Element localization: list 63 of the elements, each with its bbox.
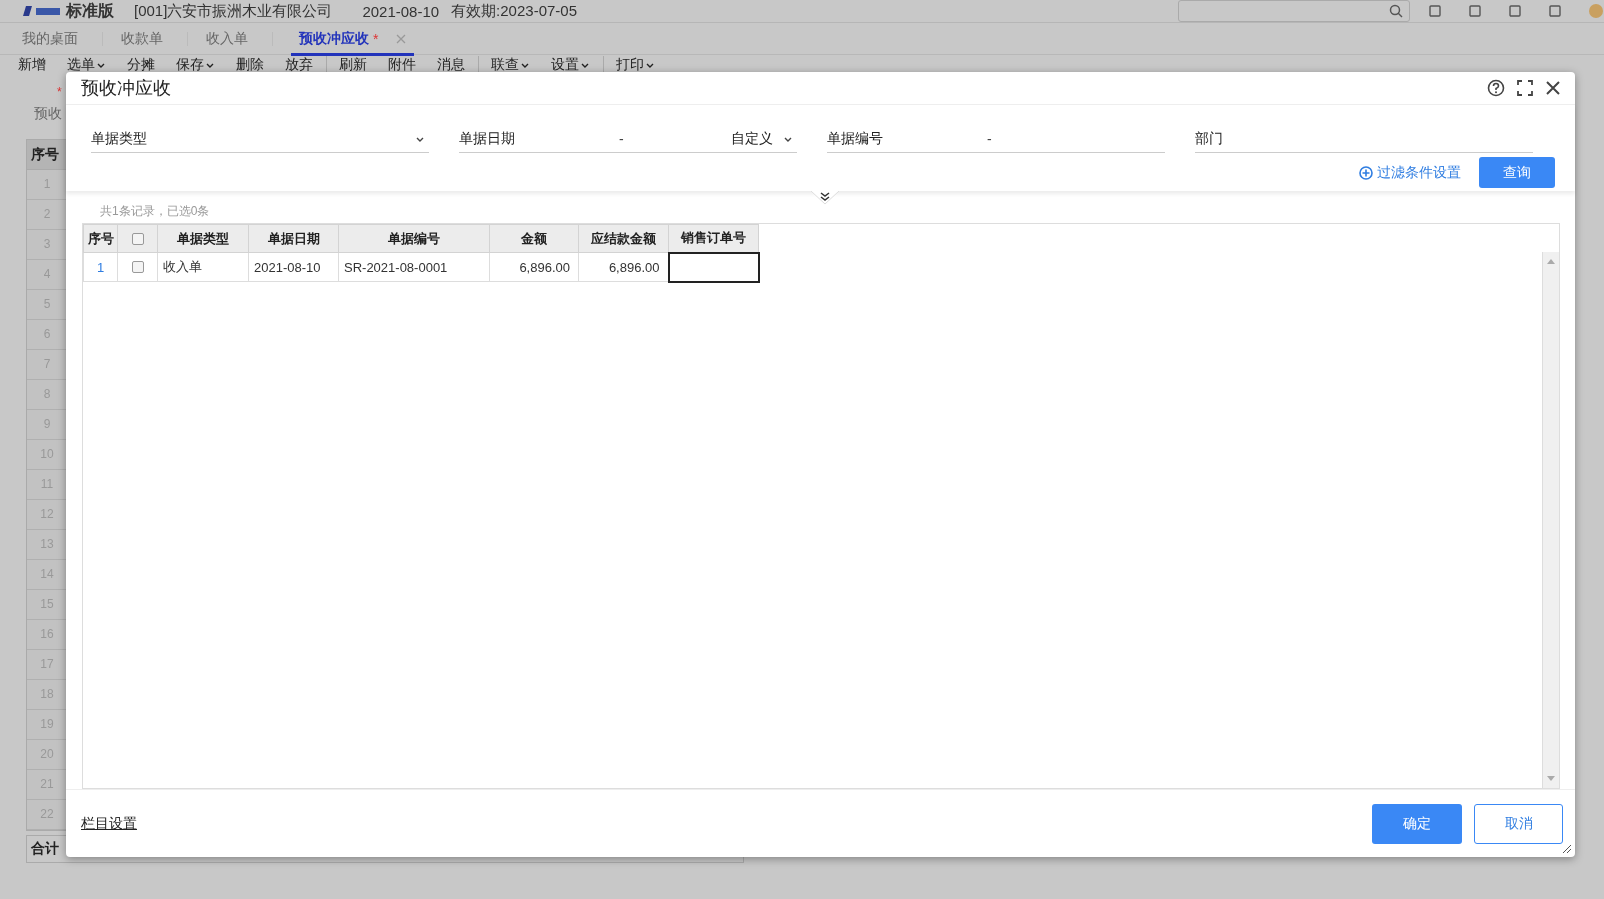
toolbar-button[interactable]: 附件 — [388, 55, 416, 74]
company-name: [001]六安市振洲木业有限公司 — [134, 1, 333, 21]
column-header: 序号 — [27, 140, 67, 170]
close-icon — [396, 33, 407, 44]
table-cell: SR-2021-08-0001 — [338, 252, 490, 282]
scrollbar[interactable] — [1542, 252, 1559, 788]
toolbar-button[interactable]: 放弃 — [285, 55, 313, 74]
range-dash: - — [987, 130, 992, 147]
filter-field[interactable]: 单据日期 - 自定义 — [459, 125, 797, 153]
help-icon[interactable] — [1487, 79, 1505, 97]
page-tab[interactable]: 收款单 — [121, 31, 188, 46]
plus-circle-icon — [1359, 165, 1373, 180]
maximize-icon[interactable] — [1517, 80, 1533, 96]
page-tab[interactable]: 收入单 — [206, 31, 273, 46]
filter-settings-link[interactable]: 过滤条件设置 — [1359, 163, 1461, 182]
toolbar-button[interactable]: 消息 — [437, 55, 465, 74]
cell-editor[interactable] — [668, 252, 759, 282]
required-mark: * — [57, 85, 62, 99]
toolbar-button[interactable]: 保存 — [176, 55, 215, 74]
logo-icon — [22, 5, 62, 17]
scroll-up-icon — [1547, 258, 1555, 264]
search-icon — [1389, 4, 1403, 18]
resize-handle-icon — [1562, 844, 1572, 854]
table-cell: 收入单 — [157, 252, 249, 282]
dialog-title: 预收冲应收 — [81, 77, 172, 100]
column-header: 单据编号 — [338, 224, 490, 253]
select-all-checkbox[interactable] — [131, 232, 144, 245]
scroll-down-icon — [1547, 776, 1555, 782]
column-header: 金额 — [489, 224, 579, 253]
filter-field[interactable]: 单据类型 — [91, 125, 429, 153]
total-label: 合计 — [31, 840, 59, 858]
record-summary: 共1条记录，已选0条 — [100, 203, 210, 219]
table-cell: 2021-08-10 — [248, 252, 339, 282]
modified-mark: * — [373, 30, 379, 47]
range-dash: - — [619, 130, 624, 147]
column-header: 单据日期 — [248, 224, 339, 253]
page-tab[interactable]: 我的桌面 — [22, 31, 103, 46]
filter-field[interactable]: 单据编号 - — [827, 125, 1165, 153]
edition-label: 标准版 — [66, 0, 114, 21]
collapse-toggle-icon — [810, 191, 840, 205]
toolbar-button[interactable]: 分摊 — [127, 55, 155, 74]
column-header: 单据类型 — [157, 224, 249, 253]
expiry-date: 有效期:2023-07-05 — [451, 1, 577, 21]
filter-field[interactable]: 部门 — [1195, 125, 1533, 153]
column-header: 序号 — [83, 224, 118, 253]
field-label: 预收 — [33, 105, 63, 123]
toolbar-button[interactable]: 删除 — [236, 55, 264, 74]
table-cell: 6,896.00 — [489, 252, 579, 282]
close-icon[interactable] — [1545, 80, 1561, 96]
avatar-icon — [1588, 3, 1604, 19]
date-mode-select[interactable]: 自定义 — [731, 129, 773, 148]
toolbar-button[interactable]: 新增 — [18, 55, 46, 74]
login-date: 2021-08-10 — [362, 2, 440, 20]
row-number: 1 — [83, 252, 118, 282]
column-settings-link[interactable]: 栏目设置 — [81, 814, 137, 833]
column-header: 销售订单号 — [668, 224, 759, 253]
cancel-button[interactable]: 取消 — [1474, 803, 1563, 844]
search-field[interactable] — [1178, 0, 1410, 22]
page-tab[interactable]: 预收冲应收 * — [291, 24, 415, 56]
toolbar-button[interactable]: 设置 — [551, 55, 590, 74]
column-header: 应结款金额 — [578, 224, 669, 253]
toolbar-button[interactable]: 选单 — [67, 55, 106, 74]
row-checkbox[interactable] — [131, 261, 144, 273]
